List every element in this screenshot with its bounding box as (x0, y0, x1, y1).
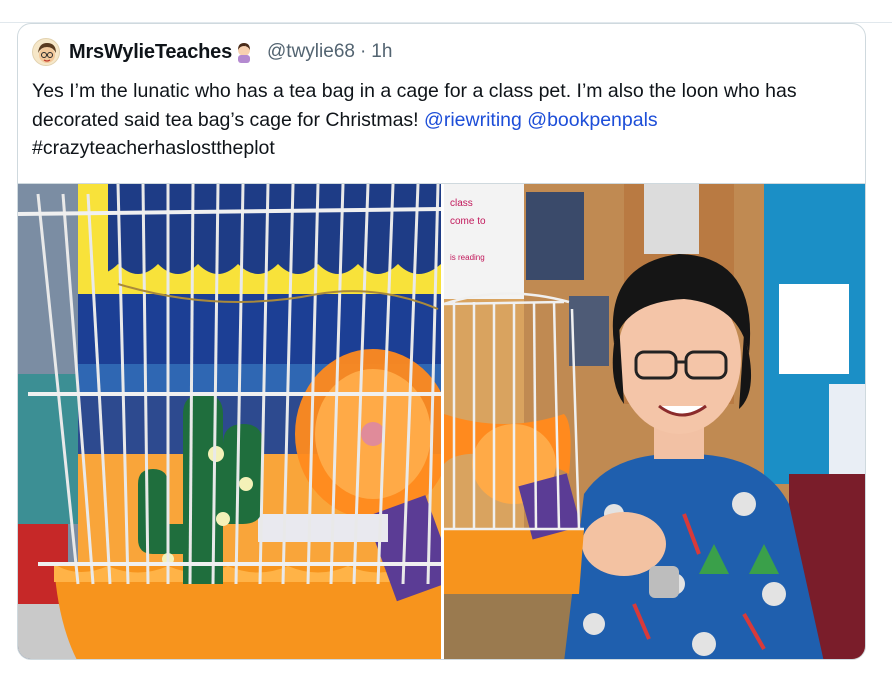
poster-text-come: come to (450, 216, 486, 227)
hashtag-link[interactable]: #crazyteacherhaslosttheplot (32, 137, 275, 159)
avatar[interactable] (32, 38, 60, 66)
separator-dot: · (359, 41, 367, 62)
display-name[interactable]: MrsWylieTeaches (69, 41, 232, 64)
poster-text-class: class (450, 198, 473, 209)
poster-text-reading: is reading (450, 253, 485, 262)
tweet-card[interactable]: MrsWylieTeaches @twylie68 · 1h Yes I’m t… (17, 23, 866, 660)
mention-riewriting[interactable]: @riewriting (424, 109, 522, 131)
woman-facepalm-emoji-icon (233, 41, 255, 63)
photo-teacher-with-cage[interactable]: class come to is reading (444, 184, 865, 659)
mention-bookpenpals[interactable]: @bookpenpals (527, 109, 657, 131)
tweet-text: Yes I’m the lunatic who has a tea bag in… (32, 77, 852, 163)
tweet-header: MrsWylieTeaches @twylie68 · 1h (32, 37, 392, 67)
photo-cage-closeup[interactable] (18, 184, 441, 659)
top-bar (0, 0, 892, 23)
handle[interactable]: @twylie68 (267, 41, 355, 63)
tweet-body: Yes I’m the lunatic who has a tea bag in… (32, 80, 797, 131)
media-grid: class come to is reading (18, 183, 865, 659)
timestamp[interactable]: 1h (371, 41, 392, 63)
